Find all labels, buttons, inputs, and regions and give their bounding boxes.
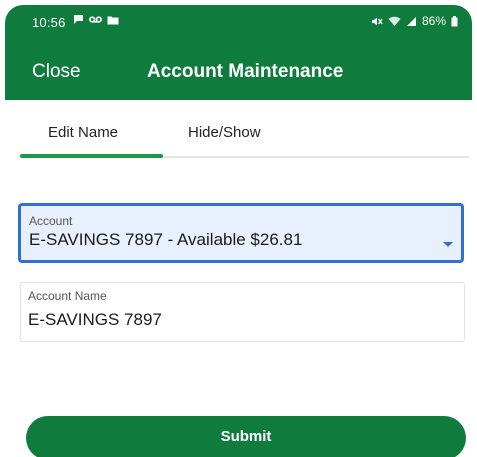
battery-icon: [451, 15, 458, 27]
status-time: 10:56: [32, 15, 66, 30]
account-name-field[interactable]: Account Name E-SAVINGS 7897: [20, 282, 465, 342]
dropdown-arrow-icon[interactable]: [443, 242, 453, 247]
battery-text: 86%: [421, 14, 446, 28]
signal-icon: [406, 16, 417, 27]
mute-icon: [371, 16, 383, 27]
folder-icon: [107, 15, 119, 25]
page-title: Account Maintenance: [147, 61, 344, 82]
screen: 10:56 86% Close Account Maintenance Edit…: [0, 0, 477, 457]
tab-bar: Edit Name Hide/Show: [20, 112, 469, 160]
submit-button[interactable]: Submit: [26, 416, 466, 457]
account-name-value[interactable]: E-SAVINGS 7897: [28, 310, 162, 330]
app-header: 10:56 86% Close Account Maintenance: [5, 5, 472, 100]
active-tab-indicator: [20, 154, 163, 158]
account-name-label: Account Name: [28, 289, 107, 303]
account-select-label: Account: [29, 214, 73, 228]
account-select[interactable]: Account E-SAVINGS 7897 - Available $26.8…: [18, 203, 464, 263]
chat-bubble-icon: [73, 14, 84, 25]
tab-hide-show[interactable]: Hide/Show: [188, 124, 261, 141]
status-bar: 10:56 86%: [5, 5, 472, 39]
account-select-value: E-SAVINGS 7897 - Available $26.81: [29, 230, 303, 249]
voicemail-icon: [89, 15, 102, 24]
wifi-icon: [388, 16, 401, 27]
tab-edit-name[interactable]: Edit Name: [48, 124, 118, 141]
status-left-icons: [73, 14, 119, 25]
status-right: 86%: [371, 14, 458, 28]
close-button[interactable]: Close: [32, 61, 81, 83]
